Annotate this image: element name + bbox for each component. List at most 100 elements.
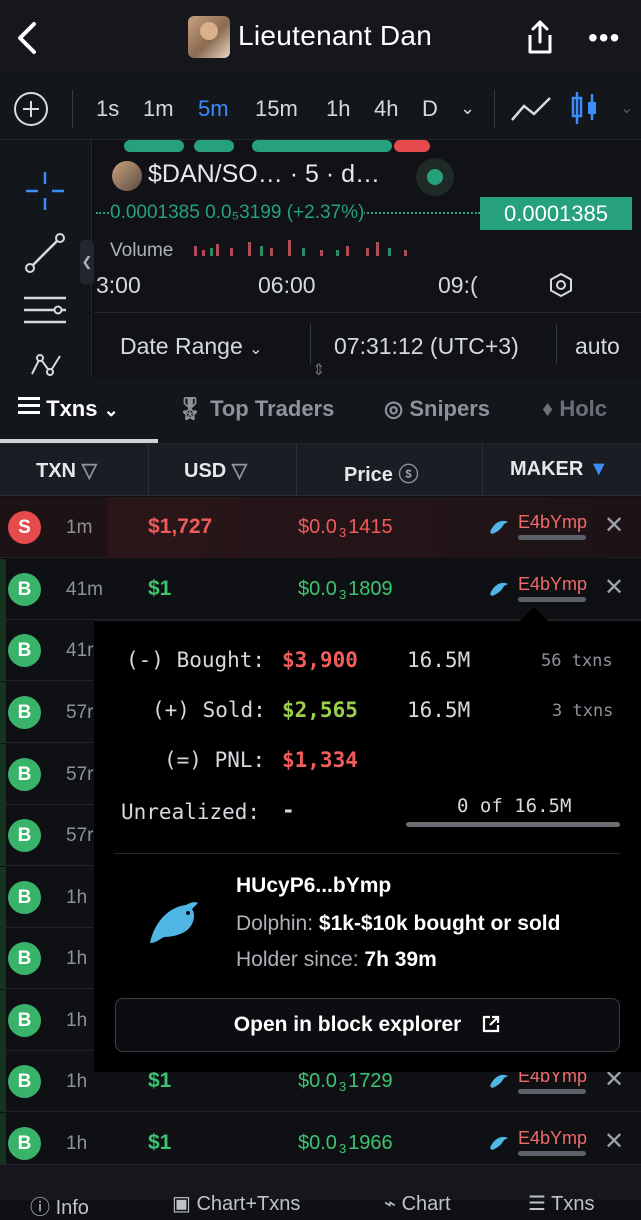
pnl-label: (=) PNL: <box>164 748 266 772</box>
ohlc-readout: 0.0001385 0.0₅3199 (+2.37%) <box>110 202 365 224</box>
nav-chart[interactable]: ⌁ Chart <box>384 1191 451 1216</box>
interval-15m[interactable]: 15m <box>255 96 298 122</box>
buy-badge: B <box>8 1065 41 1098</box>
col-txn[interactable]: TXN ▽ <box>36 458 97 483</box>
txn-price: $0.0 3 1415 <box>298 516 393 540</box>
maker-holding-bar <box>518 597 586 602</box>
interval-5m[interactable]: 5m <box>198 96 229 122</box>
candlestick-icon[interactable] <box>568 90 600 126</box>
divider <box>310 324 311 364</box>
table-row[interactable]: B 41m $1 $0.0 3 1809 E4bYmp ✕ <box>0 559 641 620</box>
dolphin-icon <box>150 902 198 943</box>
divider <box>148 444 149 496</box>
auto-scale-toggle[interactable]: auto <box>575 333 620 360</box>
interval-d[interactable]: D <box>422 96 438 122</box>
interval-4h[interactable]: 4h <box>374 96 398 122</box>
external-link-icon <box>483 1015 500 1033</box>
col-maker[interactable]: MAKER ▼ <box>510 458 609 481</box>
more-options-icon[interactable]: ••• <box>588 24 620 52</box>
interval-1m[interactable]: 1m <box>143 96 174 122</box>
tab-txns[interactable]: Txns ⌄ <box>18 396 119 422</box>
col-usd[interactable]: USD ▽ <box>184 458 247 483</box>
txn-age: 57r <box>66 764 94 785</box>
divider <box>556 324 557 364</box>
pattern-icon[interactable] <box>28 352 64 378</box>
dollar-circle-icon[interactable]: ⓢ <box>399 464 419 486</box>
crosshair-icon[interactable] <box>24 170 66 212</box>
collapse-toolbar-handle[interactable]: ❮ <box>80 240 94 284</box>
maker-link[interactable]: E4bYmp <box>518 1128 587 1149</box>
txn-age: 41r <box>66 640 94 661</box>
axis-divider <box>94 312 641 313</box>
col-price[interactable]: Price ⓢ <box>344 458 419 487</box>
txn-age: 1h <box>66 887 88 908</box>
nav-chart-txns[interactable]: ▣ Chart+Txns <box>172 1191 300 1216</box>
maker-holding-bar <box>518 535 586 540</box>
token-avatar <box>188 16 230 58</box>
chevron-down-icon[interactable]: ⌄ <box>460 98 475 119</box>
filter-active-icon[interactable]: ▼ <box>589 458 609 480</box>
bought-label: (-) Bought: <box>126 648 266 672</box>
list-icon <box>18 397 40 414</box>
close-icon[interactable]: ✕ <box>604 573 624 602</box>
maker-link[interactable]: E4bYmp <box>518 512 587 533</box>
maker-link[interactable]: E4bYmp <box>518 574 587 595</box>
resize-grip-icon[interactable]: ⇕ <box>312 360 325 380</box>
add-indicator-icon[interactable] <box>14 92 48 126</box>
trendline-icon[interactable] <box>24 232 66 274</box>
buy-badge: B <box>8 881 41 914</box>
interval-1s[interactable]: 1s <box>96 96 119 122</box>
divider <box>494 90 495 128</box>
tier-description: Dolphin: $1k-$10k bought or sold <box>236 912 561 935</box>
filter-icon[interactable]: ▽ <box>82 460 97 482</box>
live-indicator-icon <box>416 158 454 196</box>
txn-usd: $1 <box>148 577 172 600</box>
back-arrow-icon[interactable] <box>12 18 42 58</box>
divider <box>72 90 73 128</box>
buy-badge: B <box>8 1127 41 1160</box>
table-row[interactable]: S 1m $1,727 $0.0 3 1415 E4bYmp ✕ <box>0 497 641 558</box>
txn-age: 57r <box>66 825 94 846</box>
buy-badge: B <box>8 1004 41 1037</box>
chevron-down-icon[interactable]: ⌄ <box>620 98 633 118</box>
txn-age: 1h <box>66 1010 88 1031</box>
open-block-explorer-button[interactable]: Open in block explorer <box>115 998 620 1052</box>
unrealized-label: Unrealized: <box>121 800 261 824</box>
txn-usd: $1 <box>148 1069 172 1092</box>
dolphin-icon <box>490 1074 508 1088</box>
sold-usd: $2,565 <box>282 698 358 722</box>
close-icon[interactable]: ✕ <box>604 1127 624 1156</box>
holding-amount: 0 of 16.5M <box>457 795 572 817</box>
interval-1h[interactable]: 1h <box>326 96 350 122</box>
nav-txns[interactable]: ☰ Txns <box>528 1191 594 1216</box>
txn-age: 1m <box>66 517 93 538</box>
date-range-button[interactable]: Date Range ⌄ <box>120 333 263 360</box>
app-header: Lieutenant Dan ••• <box>0 0 641 76</box>
txn-age: 1h <box>66 1071 88 1092</box>
txn-price: $0.0 3 1966 <box>298 1132 393 1156</box>
wallet-address[interactable]: HUcyP6...bYmp <box>236 874 391 898</box>
nav-info[interactable]: ⓘ Info <box>30 1191 89 1220</box>
txn-age: 41m <box>66 579 103 600</box>
fib-levels-icon[interactable] <box>22 292 68 332</box>
row-highlight <box>0 867 6 928</box>
tab-holders[interactable]: ♦ Holc <box>542 396 607 422</box>
line-chart-icon[interactable] <box>510 94 552 124</box>
timezone-clock[interactable]: 07:31:12 (UTC+3) <box>334 333 519 360</box>
row-highlight <box>0 744 6 805</box>
interval-toolbar: 1s 1m 5m 15m 1h 4h D ⌄ ⌄ <box>0 76 641 140</box>
volume-label: Volume <box>110 240 174 261</box>
txn-usd: $1,727 <box>148 515 213 538</box>
filter-icon[interactable]: ▽ <box>232 460 247 482</box>
tab-top-traders[interactable]: 🎖 Top Traders <box>176 396 334 422</box>
tab-snipers[interactable]: ◎ Snipers <box>384 396 490 422</box>
close-icon[interactable]: ✕ <box>604 511 624 540</box>
buy-badge: B <box>8 942 41 975</box>
row-highlight <box>0 620 6 681</box>
chart-settings-icon[interactable] <box>548 272 574 298</box>
share-icon[interactable] <box>522 18 558 58</box>
divider <box>114 853 620 854</box>
txn-age: 1h <box>66 948 88 969</box>
txn-price: $0.0 3 1729 <box>298 1070 393 1094</box>
holder-since: Holder since: 7h 39m <box>236 948 437 971</box>
